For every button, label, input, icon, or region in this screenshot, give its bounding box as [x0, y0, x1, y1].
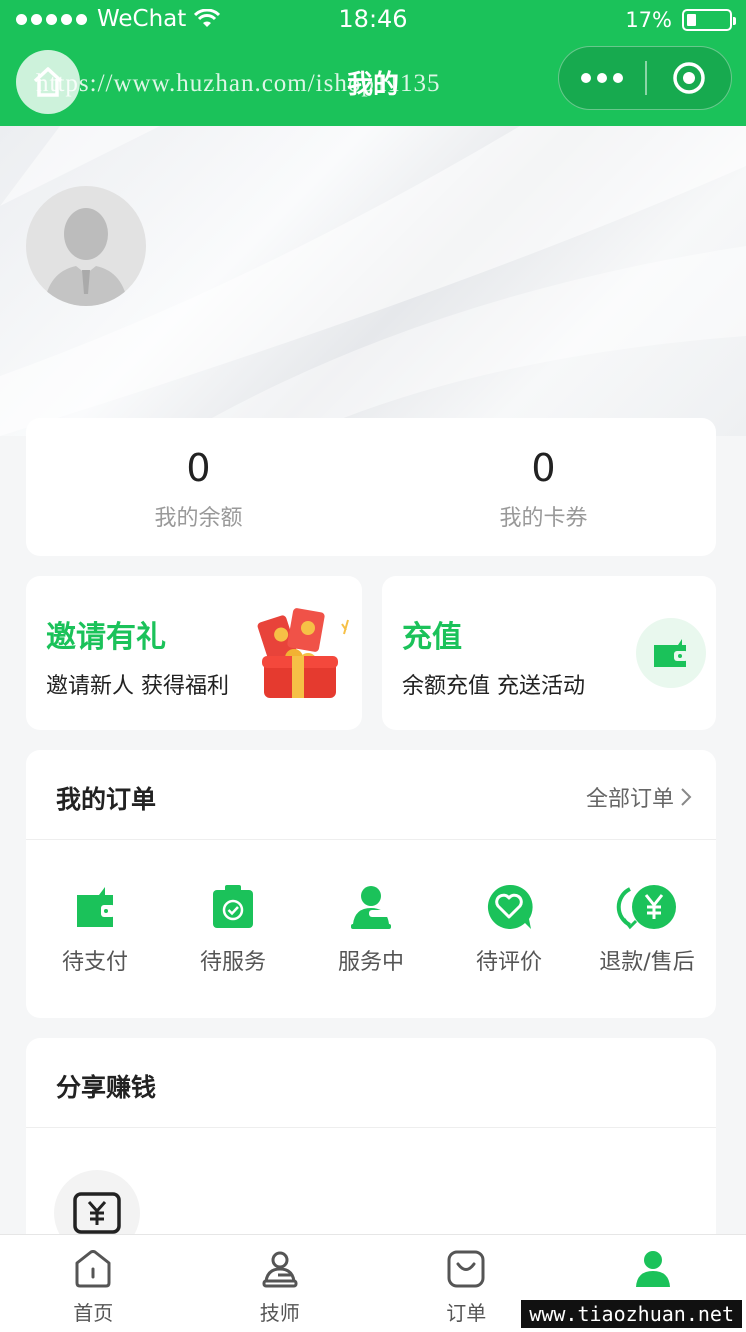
nav-bar: 我的 https://www.huzhan.com/ishop11135	[0, 40, 746, 126]
wallet-icon	[77, 887, 115, 927]
user-icon	[635, 1251, 670, 1287]
all-orders-label: 全部订单	[585, 787, 674, 812]
order-pending-review[interactable]: 待评价	[440, 882, 578, 976]
balance-label: 我的余额	[154, 506, 243, 531]
order-refund[interactable]: 退款/售后	[578, 882, 716, 976]
coupon-value: 0	[531, 446, 556, 490]
recharge-card[interactable]: 充值 余额充值 充送活动	[382, 576, 716, 730]
order-in-service-label: 服务中	[337, 950, 404, 975]
tab-technician[interactable]: 技师	[187, 1235, 374, 1332]
wallet-icon	[654, 639, 688, 667]
yuan-refund-icon	[616, 885, 676, 930]
clipboard-check-icon	[213, 885, 253, 928]
avatar[interactable]	[26, 186, 146, 306]
yuan-icon	[73, 1192, 121, 1234]
order-pending-review-label: 待评价	[475, 950, 542, 975]
tab-home[interactable]: 首页	[0, 1235, 187, 1332]
order-pending-service[interactable]: 待服务	[164, 882, 302, 976]
miniapp-capsule	[558, 46, 732, 110]
tab-home-label: 首页	[73, 1301, 114, 1325]
coupon-stat[interactable]: 0 我的卡券	[371, 418, 716, 556]
battery-percent: 17%	[625, 8, 672, 32]
more-button[interactable]	[559, 73, 645, 83]
person-icon	[351, 886, 391, 929]
recharge-title: 充值	[402, 620, 462, 655]
profile-header	[0, 126, 746, 436]
invite-title: 邀请有礼	[46, 620, 166, 655]
chevron-right-icon	[681, 788, 692, 806]
url-watermark: https://www.huzhan.com/ishop11135	[36, 70, 441, 97]
battery-icon	[682, 9, 736, 31]
close-button[interactable]	[647, 60, 732, 96]
share-header: 分享赚钱	[26, 1038, 716, 1128]
technician-icon	[262, 1251, 298, 1288]
invite-card[interactable]: 邀请有礼 邀请新人 获得福利	[26, 576, 362, 730]
close-target-icon	[673, 62, 705, 94]
share-title: 分享赚钱	[56, 1073, 157, 1102]
recharge-icon-bg	[636, 618, 706, 688]
order-bag-icon	[447, 1250, 485, 1288]
order-pending-payment[interactable]: 待支付	[26, 882, 164, 976]
default-avatar-icon	[44, 208, 128, 306]
orders-title: 我的订单	[56, 785, 157, 814]
heart-chat-icon	[487, 884, 533, 929]
status-bar: WeChat 18:46 17%	[0, 0, 746, 40]
battery-indicator: 17%	[625, 8, 736, 32]
balance-value: 0	[186, 446, 211, 490]
order-pending-service-label: 待服务	[199, 950, 266, 975]
order-pending-payment-label: 待支付	[61, 950, 128, 975]
order-refund-label: 退款/售后	[599, 950, 695, 975]
invite-subtitle: 邀请新人 获得福利	[46, 674, 229, 699]
all-orders-link[interactable]: 全部订单	[586, 781, 692, 813]
orders-card: 我的订单 全部订单 待支付 待服务 服务中 待评价 退款/售后	[26, 750, 716, 1018]
gift-box-icon	[257, 608, 349, 698]
site-watermark: www.tiaozhuan.net	[521, 1300, 742, 1328]
tab-technician-label: 技师	[259, 1301, 300, 1325]
orders-header: 我的订单 全部订单	[26, 750, 716, 840]
home-icon	[75, 1250, 111, 1288]
recharge-subtitle: 余额充值 充送活动	[402, 674, 585, 699]
balance-stat[interactable]: 0 我的余额	[26, 418, 371, 556]
stats-card: 0 我的余额 0 我的卡券	[26, 418, 716, 556]
coupon-label: 我的卡券	[499, 506, 588, 531]
order-in-service[interactable]: 服务中	[302, 882, 440, 976]
